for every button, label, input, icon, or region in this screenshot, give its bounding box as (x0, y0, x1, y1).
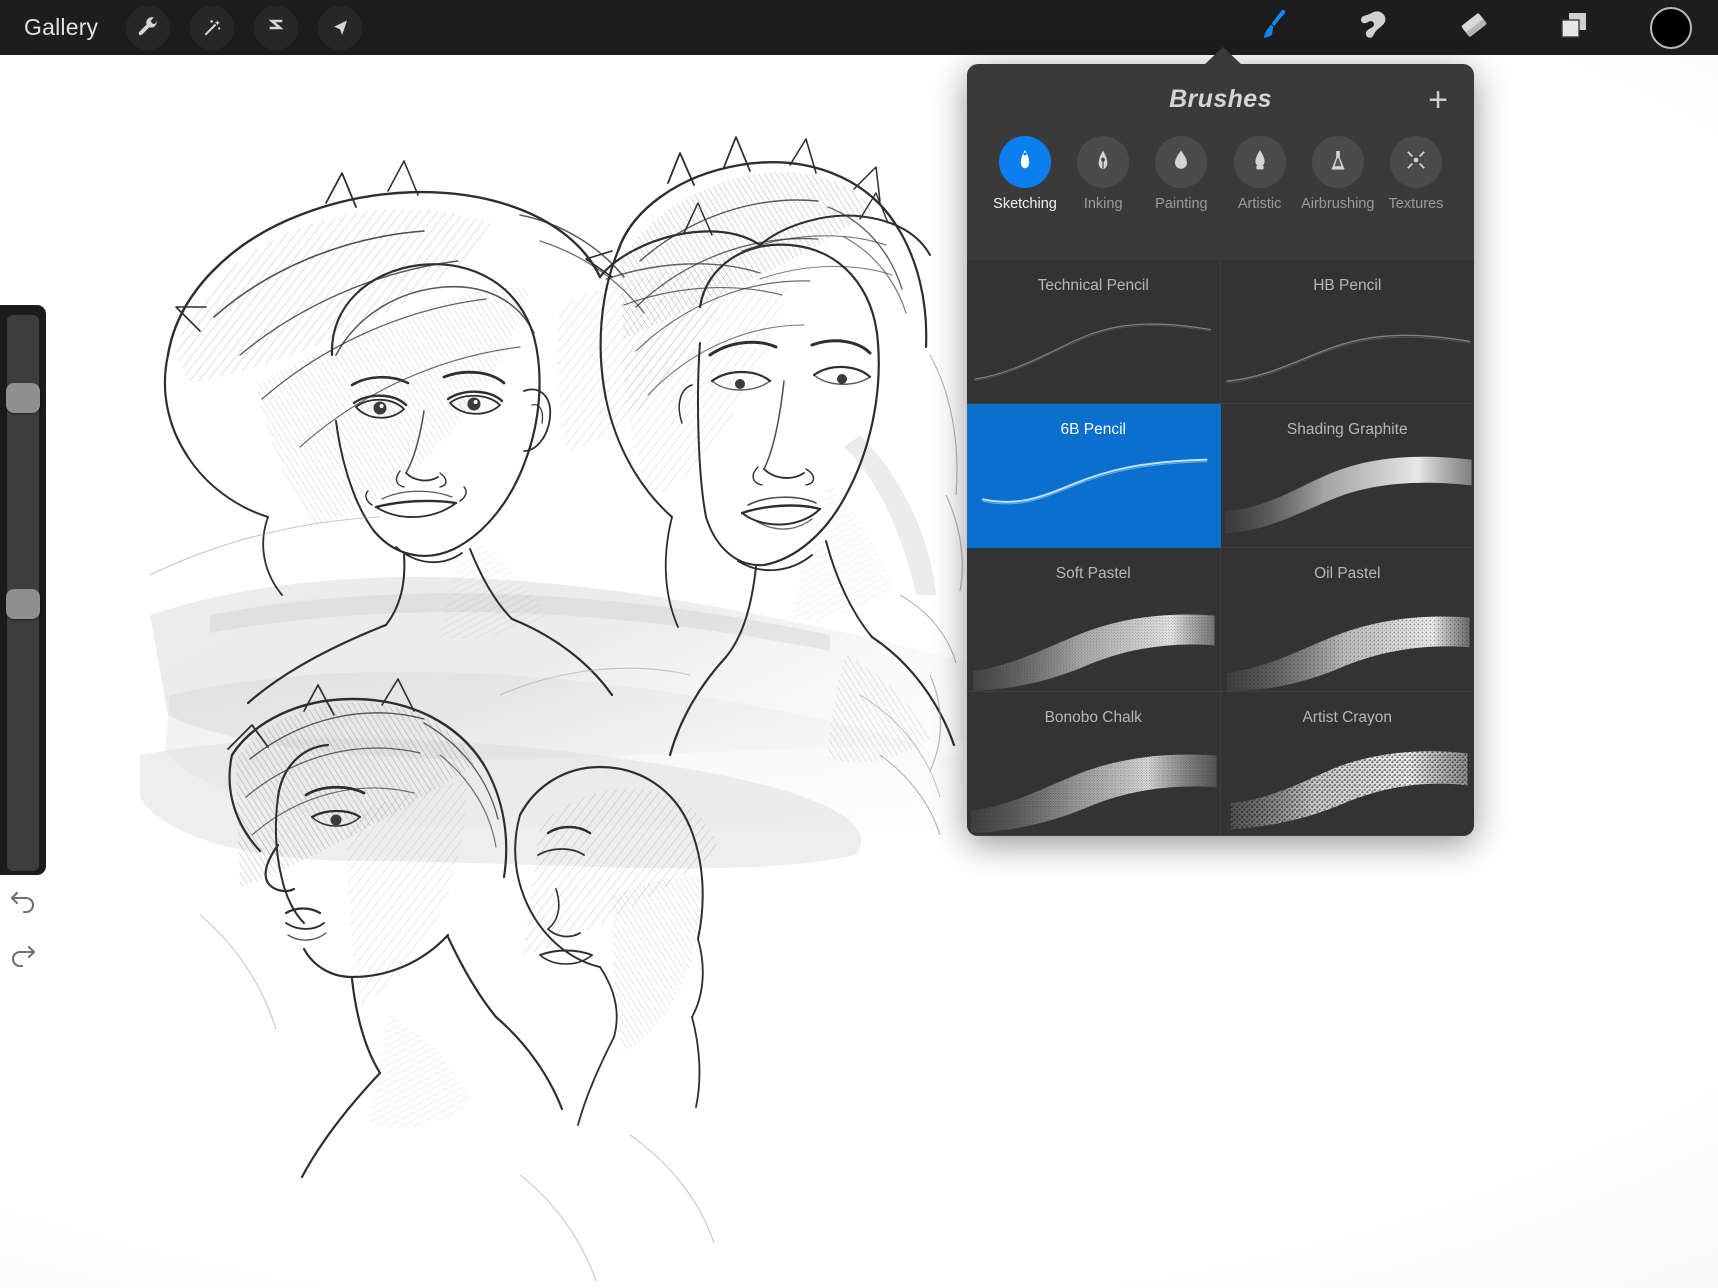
brush-name: 6B Pencil (967, 421, 1220, 439)
brush-name: Bonobo Chalk (967, 709, 1220, 727)
pencil-tip-icon (1012, 147, 1038, 178)
brush-icon (1254, 5, 1294, 50)
actions-wrench-button[interactable] (126, 6, 170, 50)
tab-textures[interactable]: Textures (1380, 136, 1452, 228)
layers-icon (1554, 5, 1594, 50)
brush-tip-icon (1247, 147, 1273, 178)
pencil-tip-icon-wrap (999, 136, 1051, 188)
gallery-button[interactable]: Gallery (24, 14, 106, 41)
brush-opacity-slider[interactable] (7, 583, 39, 871)
erase-tool-button[interactable] (1450, 4, 1498, 52)
tab-inking[interactable]: Inking (1067, 136, 1139, 228)
tab-airbrushing-label: Airbrushing (1301, 196, 1374, 212)
tab-sketching[interactable]: Sketching (989, 136, 1061, 228)
brush-tip-icon-wrap (1234, 136, 1286, 188)
top-toolbar-right (1250, 4, 1718, 52)
paint-droplet-icon (1168, 147, 1194, 178)
tab-textures-label: Textures (1389, 196, 1444, 212)
brush-item-hb-pencil[interactable]: HB Pencil (1221, 260, 1475, 404)
eraser-icon (1454, 5, 1494, 50)
brush-item-oil-pastel[interactable]: Oil Pastel (1221, 548, 1475, 692)
tab-sketching-label: Sketching (993, 196, 1057, 212)
scatter-texture-icon-wrap (1390, 136, 1442, 188)
brush-name: Oil Pastel (1221, 565, 1475, 583)
selection-button[interactable] (254, 6, 298, 50)
magic-wand-icon (200, 16, 224, 40)
transform-button[interactable] (318, 6, 362, 50)
brush-item-soft-pastel[interactable]: Soft Pastel (967, 548, 1221, 692)
smudge-icon (1354, 5, 1394, 50)
pen-nib-icon (1090, 147, 1116, 178)
paint-tool-button[interactable] (1250, 4, 1298, 52)
tab-airbrushing[interactable]: Airbrushing (1302, 136, 1374, 228)
top-toolbar-left: Gallery (0, 6, 362, 50)
tab-painting[interactable]: Painting (1145, 136, 1217, 228)
add-brush-button[interactable]: + (1420, 82, 1456, 118)
airbrush-icon-wrap (1312, 136, 1364, 188)
brush-name: Artist Crayon (1221, 709, 1475, 727)
brush-list: Technical Pencil HB Pencil (967, 260, 1474, 836)
brush-item-bonobo-chalk[interactable]: Bonobo Chalk (967, 692, 1221, 836)
wrench-icon (136, 16, 160, 40)
redo-icon (9, 941, 37, 972)
adjustments-button[interactable] (190, 6, 234, 50)
brush-item-6b-pencil[interactable]: 6B Pencil (967, 404, 1221, 548)
brush-item-artist-crayon[interactable]: Artist Crayon (1221, 692, 1475, 836)
brush-name: HB Pencil (1221, 277, 1475, 295)
brush-category-tabs: Sketching Inking (967, 136, 1474, 228)
brush-name: Shading Graphite (1221, 421, 1475, 439)
layers-button[interactable] (1550, 4, 1598, 52)
top-toolbar: Gallery (0, 0, 1718, 55)
brush-sidebar (0, 305, 46, 875)
arrow-transform-icon (328, 16, 352, 40)
panel-caret (1204, 47, 1242, 65)
brush-opacity-handle[interactable] (6, 589, 40, 619)
undo-icon (9, 887, 37, 918)
brush-name: Soft Pastel (967, 565, 1220, 583)
brush-name: Technical Pencil (967, 277, 1220, 295)
brush-item-shading-graphite[interactable]: Shading Graphite (1221, 404, 1475, 548)
paint-droplet-icon-wrap (1155, 136, 1207, 188)
tab-artistic[interactable]: Artistic (1224, 136, 1296, 228)
brush-size-slider[interactable] (7, 315, 39, 603)
procreate-app: Gallery (0, 0, 1718, 1288)
brushes-panel-header: Brushes + (967, 64, 1474, 136)
redo-button[interactable] (6, 939, 40, 973)
tab-artistic-label: Artistic (1238, 196, 1282, 212)
smudge-tool-button[interactable] (1350, 4, 1398, 52)
sidebar-actions (0, 875, 46, 973)
brush-size-handle[interactable] (6, 383, 40, 413)
brushes-panel: Brushes + Sketching (967, 64, 1474, 836)
color-swatch[interactable] (1650, 7, 1692, 49)
tab-inking-label: Inking (1084, 196, 1123, 212)
s-selection-icon (264, 16, 288, 40)
brush-item-technical-pencil[interactable]: Technical Pencil (967, 260, 1221, 404)
pen-nib-icon-wrap (1077, 136, 1129, 188)
airbrush-icon (1325, 147, 1351, 178)
scatter-texture-icon (1403, 147, 1429, 178)
brushes-panel-title: Brushes (967, 85, 1474, 114)
tab-painting-label: Painting (1155, 196, 1207, 212)
undo-button[interactable] (6, 885, 40, 919)
